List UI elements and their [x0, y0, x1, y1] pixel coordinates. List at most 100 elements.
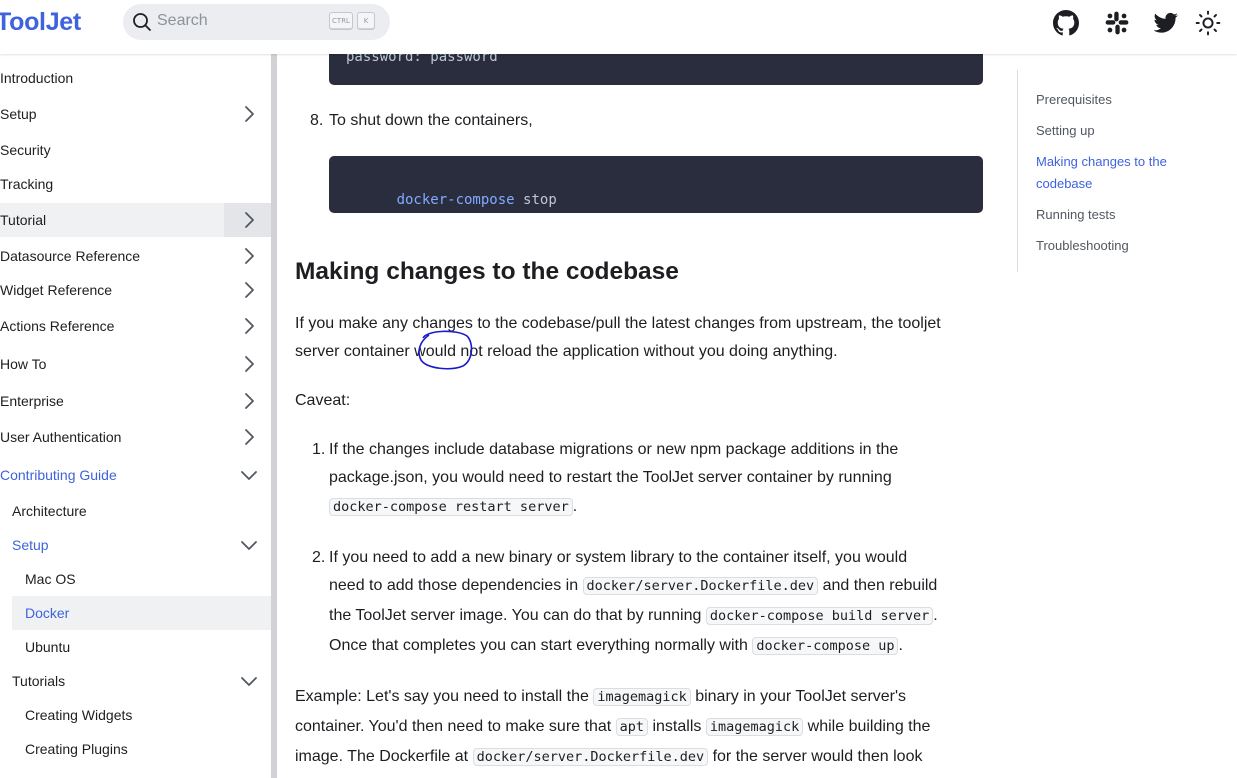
inline-code: apt [615, 718, 649, 736]
top-navbar: ToolJet Search CTRL K [0, 0, 1237, 54]
chevron-right-icon[interactable] [240, 317, 258, 335]
chevron-right-icon[interactable] [240, 428, 258, 446]
sidebar-item-label: Enterprise [0, 393, 64, 409]
chevron-down-icon[interactable] [240, 466, 258, 484]
twitter-icon[interactable] [1153, 10, 1179, 36]
text-span: Once that completes you can start everyt… [329, 637, 753, 654]
sidebar-item-how-to[interactable]: How To [0, 347, 271, 381]
sidebar-item-creating-widgets[interactable]: Creating Widgets [0, 698, 271, 732]
sidebar-item-label: Creating Widgets [25, 707, 133, 723]
sidebar-item-label: Contributing Guide [0, 467, 117, 483]
toc-link-prerequisites[interactable]: Prerequisites [1036, 89, 1112, 111]
text-span: for the server would then look [708, 748, 923, 765]
chevron-right-icon[interactable] [240, 211, 258, 229]
sidebar-item-architecture[interactable]: Architecture [0, 494, 271, 528]
sidebar-item-setup[interactable]: Setup [0, 97, 271, 131]
text-span: binary in your ToolJet server's [690, 688, 907, 705]
paragraph-line: If you make any changes to the codebase/… [295, 315, 941, 332]
chevron-down-icon[interactable] [240, 672, 258, 690]
code-block-credentials: password: password [329, 54, 983, 85]
chevron-right-icon[interactable] [240, 281, 258, 299]
github-icon[interactable] [1053, 10, 1079, 36]
docs-sidebar: Introduction Setup Security Tracking Tut… [0, 54, 271, 778]
text-span: and then rebuild [818, 577, 938, 594]
theme-toggle-icon[interactable] [1195, 10, 1221, 36]
list-line: docker-compose restart server. [329, 493, 577, 521]
hand-drawn-circle-annotation [418, 330, 473, 370]
text-span: Example: Let's say you need to install t… [295, 688, 594, 705]
toc-link-setting-up[interactable]: Setting up [1036, 120, 1095, 142]
list-line: the ToolJet server image. You can do tha… [329, 602, 938, 630]
list-line: If the changes include database migratio… [329, 441, 899, 458]
sidebar-item-label: Actions Reference [0, 318, 115, 334]
sidebar-item-label: Security [0, 142, 51, 158]
text-span: image. The Dockerfile at [295, 748, 473, 765]
code-command: docker-compose [396, 192, 515, 208]
text-span: . [933, 607, 938, 624]
inline-code: docker-compose restart server [329, 498, 573, 516]
sidebar-item-tutorials[interactable]: Tutorials [0, 664, 271, 698]
list-number: 1. [312, 441, 326, 458]
sidebar-item-ubuntu[interactable]: Ubuntu [0, 630, 271, 664]
sidebar-item-contrib-setup[interactable]: Setup [0, 528, 271, 562]
sidebar-item-security[interactable]: Security [0, 133, 271, 167]
sidebar-item-actions-reference[interactable]: Actions Reference [0, 309, 271, 343]
text-span: server container [295, 343, 415, 360]
sidebar-item-creating-plugins[interactable]: Creating Plugins [0, 732, 271, 766]
chevron-right-icon[interactable] [240, 355, 258, 373]
sidebar-item-label: Mac OS [25, 571, 76, 587]
sidebar-item-enterprise[interactable]: Enterprise [0, 384, 271, 418]
sidebar-item-tracking[interactable]: Tracking [0, 167, 271, 201]
kbd-k: K [357, 12, 375, 30]
caveat-label: Caveat: [295, 392, 351, 409]
list-line: If you need to add a new binary or syste… [329, 549, 908, 566]
sidebar-item-label: Creating Plugins [25, 741, 128, 757]
sidebar-item-user-authentication[interactable]: User Authentication [0, 420, 271, 454]
table-of-contents: Prerequisites Setting up Making changes … [1017, 70, 1217, 272]
list-number: 2. [312, 549, 326, 566]
chevron-right-icon[interactable] [240, 247, 258, 265]
list-number: 8. [310, 112, 324, 129]
sidebar-item-mac-os[interactable]: Mac OS [0, 562, 271, 596]
sidebar-item-label: Tutorial [0, 212, 47, 228]
doc-content: password: password 8. To shut down the c… [277, 54, 1002, 778]
sidebar-item-tutorial[interactable]: Tutorial [0, 203, 271, 237]
inline-code: docker-compose build server [705, 607, 934, 625]
code-line: password: password [346, 54, 498, 65]
code-arg: stop [523, 192, 557, 208]
sidebar-item-widget-reference[interactable]: Widget Reference [0, 273, 271, 307]
chevron-right-icon[interactable] [240, 392, 258, 410]
code-block-stop: docker-compose stop [329, 156, 983, 213]
chevron-right-icon[interactable] [240, 105, 258, 123]
toc-link-troubleshooting[interactable]: Troubleshooting [1036, 235, 1129, 257]
sidebar-item-label: Tracking [0, 176, 54, 192]
toc-link-running-tests[interactable]: Running tests [1036, 204, 1116, 226]
paragraph-line: image. The Dockerfile at docker/server.D… [295, 743, 922, 771]
text-span: . [572, 498, 578, 515]
search-placeholder: Search [157, 12, 208, 29]
sidebar-item-label: Introduction [0, 70, 74, 86]
sidebar-item-label: Tutorials [12, 673, 66, 689]
slack-icon[interactable] [1104, 10, 1130, 36]
inline-code: imagemagick [705, 718, 804, 736]
list-line: Once that completes you can start everyt… [329, 632, 903, 660]
sidebar-item-contributing-guide[interactable]: Contributing Guide [0, 458, 271, 492]
sidebar-item-label: Widget Reference [0, 282, 113, 298]
sidebar-item-label: Ubuntu [25, 639, 71, 655]
toc-link-making-changes[interactable]: Making changes to the codebase [1036, 151, 1196, 195]
inline-code: docker/server.Dockerfile.dev [472, 748, 709, 766]
text-span: the ToolJet server image. You can do tha… [329, 607, 706, 624]
sidebar-item-label: How To [0, 356, 47, 372]
sidebar-item-label: Docker [25, 605, 70, 621]
search-box[interactable]: Search CTRL K [123, 4, 390, 40]
sidebar-item-introduction[interactable]: Introduction [0, 61, 271, 95]
section-heading: Making changes to the codebase [295, 258, 679, 285]
tooljet-logo[interactable]: ToolJet [0, 8, 81, 37]
chevron-down-icon[interactable] [240, 536, 258, 554]
sidebar-item-label: Architecture [12, 503, 87, 519]
text-span: . [898, 637, 903, 654]
sidebar-item-docker[interactable]: Docker [12, 596, 271, 630]
list-line: package.json, you would need to restart … [329, 469, 892, 486]
sidebar-item-datasource-reference[interactable]: Datasource Reference [0, 239, 271, 273]
text-span: not reload the application without you d… [455, 343, 838, 360]
